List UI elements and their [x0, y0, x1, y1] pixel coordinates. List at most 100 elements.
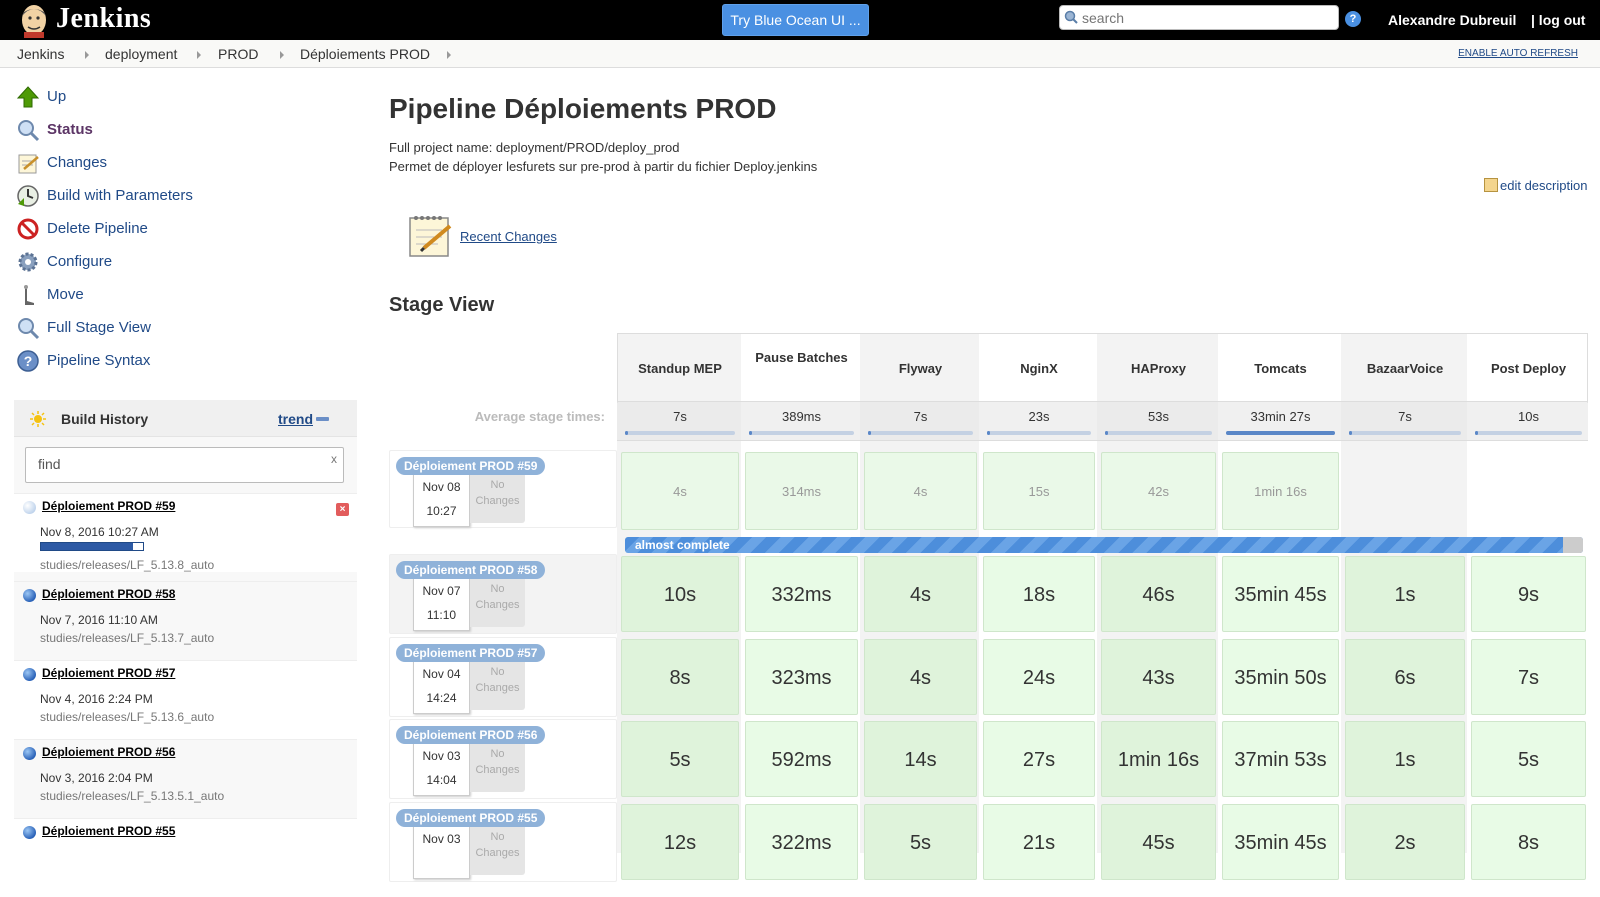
stage-cell[interactable]: 42s: [1101, 452, 1216, 530]
stage-cell[interactable]: 323ms: [745, 639, 858, 715]
task-label[interactable]: Full Stage View: [47, 319, 151, 336]
stage-cell[interactable]: 4s: [864, 639, 977, 715]
stage-cell[interactable]: 6s: [1345, 639, 1465, 715]
clear-filter-icon[interactable]: x: [331, 452, 337, 466]
stage-cell[interactable]: 1min 16s: [1101, 721, 1216, 797]
search-input[interactable]: [1082, 8, 1332, 27]
stage-cell[interactable]: 7s: [1471, 639, 1586, 715]
stage-cell[interactable]: 35min 45s: [1222, 556, 1339, 632]
stop-build-icon[interactable]: ×: [336, 503, 349, 516]
task-label[interactable]: Configure: [47, 253, 112, 270]
stage-cell[interactable]: 24s: [983, 639, 1095, 715]
stage-cell[interactable]: 8s: [621, 639, 739, 715]
stage-header[interactable]: BazaarVoice: [1343, 360, 1467, 378]
stage-cell[interactable]: 4s: [864, 452, 977, 530]
help-icon[interactable]: ?: [1345, 11, 1361, 27]
user-name-link[interactable]: Alexandre Dubreuil: [1388, 12, 1516, 28]
breadcrumb-arrow-icon[interactable]: [197, 51, 201, 59]
build-card[interactable]: Nov 07 11:10 No Changes Déploiement PROD #5…: [389, 554, 617, 634]
build-link[interactable]: Déploiement PROD #55: [42, 824, 175, 838]
task-label[interactable]: Pipeline Syntax: [47, 352, 150, 369]
build-date[interactable]: Nov 8, 2016 10:27 AM: [40, 525, 159, 539]
build-link[interactable]: Déploiement PROD #59: [42, 499, 175, 513]
build-card[interactable]: Nov 04 14:24 No Changes Déploiement PROD #5…: [389, 637, 617, 717]
stage-header[interactable]: Pause Batches: [743, 349, 860, 367]
build-link[interactable]: Déploiement PROD #56: [42, 745, 175, 759]
build-date[interactable]: Nov 3, 2016 2:04 PM: [40, 771, 153, 785]
trend-link[interactable]: trend: [278, 411, 313, 427]
stage-cell[interactable]: 15s: [983, 452, 1095, 530]
stage-cell[interactable]: 5s: [621, 721, 739, 797]
breadcrumb-arrow-icon[interactable]: [447, 51, 451, 59]
stage-cell[interactable]: 21s: [983, 804, 1095, 880]
edit-description-label[interactable]: edit description: [1500, 178, 1587, 193]
build-link[interactable]: Déploiement PROD #58: [42, 587, 175, 601]
build-date-box[interactable]: Nov 04 14:24: [413, 658, 470, 714]
breadcrumb-prod[interactable]: PROD: [218, 46, 258, 62]
stage-cell[interactable]: 4s: [621, 452, 739, 530]
jenkins-logo-icon[interactable]: [16, 2, 52, 38]
build-card[interactable]: Nov 03 14:04 No Changes Déploiement PROD #5…: [389, 719, 617, 799]
stage-header[interactable]: Flyway: [862, 360, 979, 378]
stage-cell[interactable]: 35min 50s: [1222, 639, 1339, 715]
edit-description-link[interactable]: edit description: [1484, 178, 1587, 193]
build-label-badge[interactable]: Déploiement PROD #57: [396, 644, 546, 662]
stage-cell[interactable]: 322ms: [745, 804, 858, 880]
build-date-box[interactable]: Nov 08 10:27: [413, 471, 470, 527]
breadcrumb-arrow-icon[interactable]: [280, 51, 284, 59]
build-date[interactable]: Nov 4, 2016 2:24 PM: [40, 692, 153, 706]
try-blue-ocean-button[interactable]: Try Blue Ocean UI ...: [722, 4, 869, 36]
stage-cell[interactable]: 1min 16s: [1222, 452, 1339, 530]
stage-cell[interactable]: 314ms: [745, 452, 858, 530]
stage-cell[interactable]: 1s: [1345, 721, 1465, 797]
build-date-box[interactable]: Nov 07 11:10: [413, 575, 470, 631]
stage-header[interactable]: HAProxy: [1099, 360, 1218, 378]
stage-cell[interactable]: 27s: [983, 721, 1095, 797]
breadcrumb-arrow-icon[interactable]: [85, 51, 89, 59]
build-progress-bar[interactable]: [40, 542, 144, 551]
task-label[interactable]: Changes: [47, 154, 107, 171]
stage-cell[interactable]: 8s: [1471, 804, 1586, 880]
stage-cell[interactable]: 37min 53s: [1222, 721, 1339, 797]
stage-cell[interactable]: 332ms: [745, 556, 858, 632]
stage-cell[interactable]: 1s: [1345, 556, 1465, 632]
stage-cell[interactable]: 5s: [864, 804, 977, 880]
enable-auto-refresh-link[interactable]: ENABLE AUTO REFRESH: [1458, 48, 1578, 59]
stage-header[interactable]: Standup MEP: [619, 360, 741, 378]
build-label-badge[interactable]: Déploiement PROD #55: [396, 809, 546, 827]
stage-cell[interactable]: 10s: [621, 556, 739, 632]
stage-cell[interactable]: 592ms: [745, 721, 858, 797]
collapse-icon[interactable]: [316, 417, 329, 421]
task-label[interactable]: Up: [47, 88, 66, 105]
stage-header[interactable]: NginX: [981, 360, 1097, 378]
build-progress-bar[interactable]: almost complete: [625, 537, 1583, 553]
stage-cell[interactable]: 45s: [1101, 804, 1216, 880]
stage-cell[interactable]: 46s: [1101, 556, 1216, 632]
logout-link[interactable]: | log out: [1531, 12, 1585, 28]
task-label[interactable]: Move: [47, 286, 84, 303]
stage-cell[interactable]: 43s: [1101, 639, 1216, 715]
stage-cell[interactable]: 12s: [621, 804, 739, 880]
task-label[interactable]: Status: [47, 121, 93, 138]
task-label[interactable]: Build with Parameters: [47, 187, 193, 204]
task-label[interactable]: Delete Pipeline: [47, 220, 148, 237]
build-link[interactable]: Déploiement PROD #57: [42, 666, 175, 680]
breadcrumb-deploiements-prod[interactable]: Déploiements PROD: [300, 46, 430, 62]
build-card[interactable]: Nov 08 10:27 No Changes Déploiement PROD #5…: [389, 450, 617, 528]
notepad-icon[interactable]: [408, 212, 452, 258]
jenkins-logo-text[interactable]: Jenkins: [56, 3, 151, 35]
stage-header[interactable]: Tomcats: [1220, 360, 1341, 378]
stage-cell[interactable]: 14s: [864, 721, 977, 797]
build-label-badge[interactable]: Déploiement PROD #59: [396, 457, 546, 475]
stage-cell[interactable]: 35min 45s: [1222, 804, 1339, 880]
breadcrumb-jenkins[interactable]: Jenkins: [17, 46, 64, 62]
stage-header[interactable]: Post Deploy: [1469, 360, 1588, 378]
build-card[interactable]: Nov 03 No Changes Déploiement PROD #55: [389, 802, 617, 882]
build-filter-input[interactable]: [38, 456, 318, 472]
stage-cell[interactable]: 18s: [983, 556, 1095, 632]
build-date-box[interactable]: Nov 03: [413, 823, 470, 879]
build-date-box[interactable]: Nov 03 14:04: [413, 740, 470, 796]
breadcrumb-deployment[interactable]: deployment: [105, 46, 177, 62]
stage-cell[interactable]: 9s: [1471, 556, 1586, 632]
build-date[interactable]: Nov 7, 2016 11:10 AM: [40, 613, 158, 627]
